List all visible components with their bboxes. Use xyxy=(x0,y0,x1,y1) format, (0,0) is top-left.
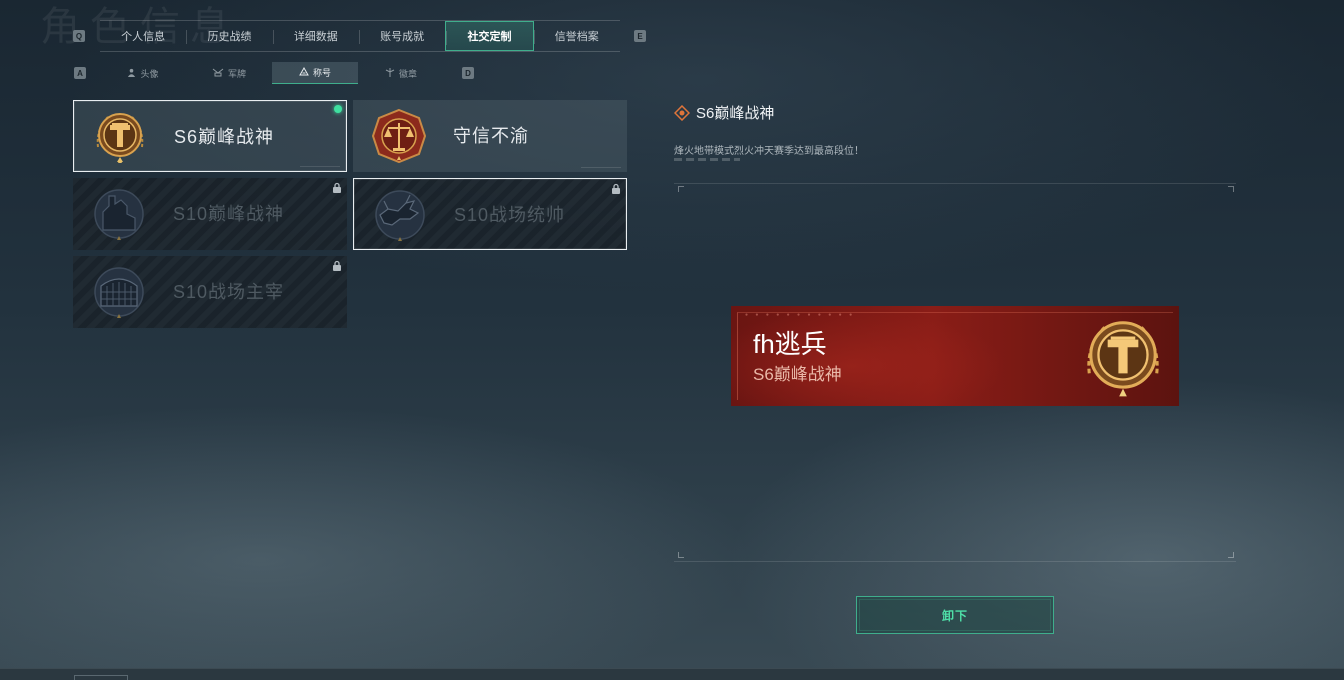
dogtag-icon xyxy=(212,68,224,79)
card-decoration xyxy=(300,166,340,167)
next-tab-key-hint[interactable]: E xyxy=(634,30,646,42)
top-tab-bar: 个人信息 历史战绩 详细数据 账号成就 社交定制 信誉档案 xyxy=(100,20,620,52)
beast-emblem-icon xyxy=(375,190,425,241)
subtab-title-label: 称号 xyxy=(312,68,331,78)
fortress-emblem-icon xyxy=(94,189,144,240)
nameplate-title: S6巅峰战神 xyxy=(753,365,842,384)
bottom-bar-tab xyxy=(74,675,128,680)
bottom-bar xyxy=(0,668,1344,680)
title-card[interactable]: S10巅峰战神 xyxy=(73,178,347,250)
detail-description: 烽火地带模式烈火冲天赛季达到最高段位！ xyxy=(674,146,864,157)
nameplate-player-name: fh逃兵 xyxy=(753,329,827,359)
lock-icon xyxy=(612,183,620,194)
badge-icon xyxy=(385,67,395,79)
card-decoration xyxy=(581,167,621,168)
title-card[interactable]: S6巅峰战神 xyxy=(73,100,347,172)
frame-corner xyxy=(1228,552,1234,558)
scales-emblem-icon xyxy=(371,108,427,164)
diamond-target-icon xyxy=(674,104,690,121)
pillar-emblem-icon xyxy=(1087,321,1159,397)
title-name: S10战场主宰 xyxy=(173,282,285,302)
subtab-avatar-label: 头像 xyxy=(140,68,159,79)
subtab-badge-label: 徽章 xyxy=(398,68,417,79)
tab-achievements[interactable]: 账号成就 xyxy=(358,21,445,51)
title-card[interactable]: S10战场统帅 xyxy=(353,178,627,250)
title-card[interactable]: 守信不渝 xyxy=(353,100,627,172)
frame-corner xyxy=(678,552,684,558)
prev-tab-key-hint[interactable]: Q xyxy=(73,30,85,42)
lock-icon xyxy=(333,182,341,193)
subtab-dogtag[interactable]: 军牌 xyxy=(186,62,272,84)
preview-frame-top xyxy=(674,183,1236,184)
subtab-avatar[interactable]: 头像 xyxy=(100,62,186,84)
pillar-emblem-icon xyxy=(96,113,144,163)
title-icon xyxy=(299,66,309,78)
tab-detailed-stats[interactable]: 详细数据 xyxy=(272,21,359,51)
title-name: S6巅峰战神 xyxy=(174,127,275,147)
frame-corner xyxy=(1228,186,1234,192)
tab-reputation[interactable]: 信誉档案 xyxy=(533,21,620,51)
title-name: 守信不渝 xyxy=(453,126,529,146)
tab-match-history[interactable]: 历史战绩 xyxy=(186,21,272,51)
title-name: S10巅峰战神 xyxy=(173,204,285,224)
detail-title: S6巅峰战神 xyxy=(696,105,775,122)
tab-social-customization[interactable]: 社交定制 xyxy=(445,21,534,51)
title-card[interactable]: S10战场主宰 xyxy=(73,256,347,328)
prev-subtab-key-hint[interactable]: A xyxy=(74,67,86,79)
title-name: S10战场统帅 xyxy=(454,205,566,225)
next-subtab-key-hint[interactable]: D xyxy=(462,67,474,79)
preview-frame-bottom xyxy=(674,561,1236,562)
tab-personal-info[interactable]: 个人信息 xyxy=(100,21,186,51)
subtab-badge[interactable]: 徽章 xyxy=(358,62,444,84)
lock-icon xyxy=(333,260,341,271)
sub-tab-bar: 头像 军牌 称号 徽章 xyxy=(100,62,448,84)
description-decoration xyxy=(674,158,740,161)
subtab-dogtag-label: 军牌 xyxy=(227,68,246,79)
detail-header: S6巅峰战神 xyxy=(674,102,774,123)
person-icon xyxy=(127,68,136,79)
nameplate-preview: ● ● ● ● ● ● ● ● ● ● ● fh逃兵 S6巅峰战神 xyxy=(731,306,1179,406)
nameplate-dots: ● ● ● ● ● ● ● ● ● ● ● xyxy=(745,312,856,318)
equipped-indicator xyxy=(334,105,342,113)
unequip-button[interactable]: 卸下 xyxy=(856,596,1054,634)
frame-corner xyxy=(678,186,684,192)
subtab-title[interactable]: 称号 xyxy=(272,62,358,84)
colosseum-emblem-icon xyxy=(94,267,144,318)
